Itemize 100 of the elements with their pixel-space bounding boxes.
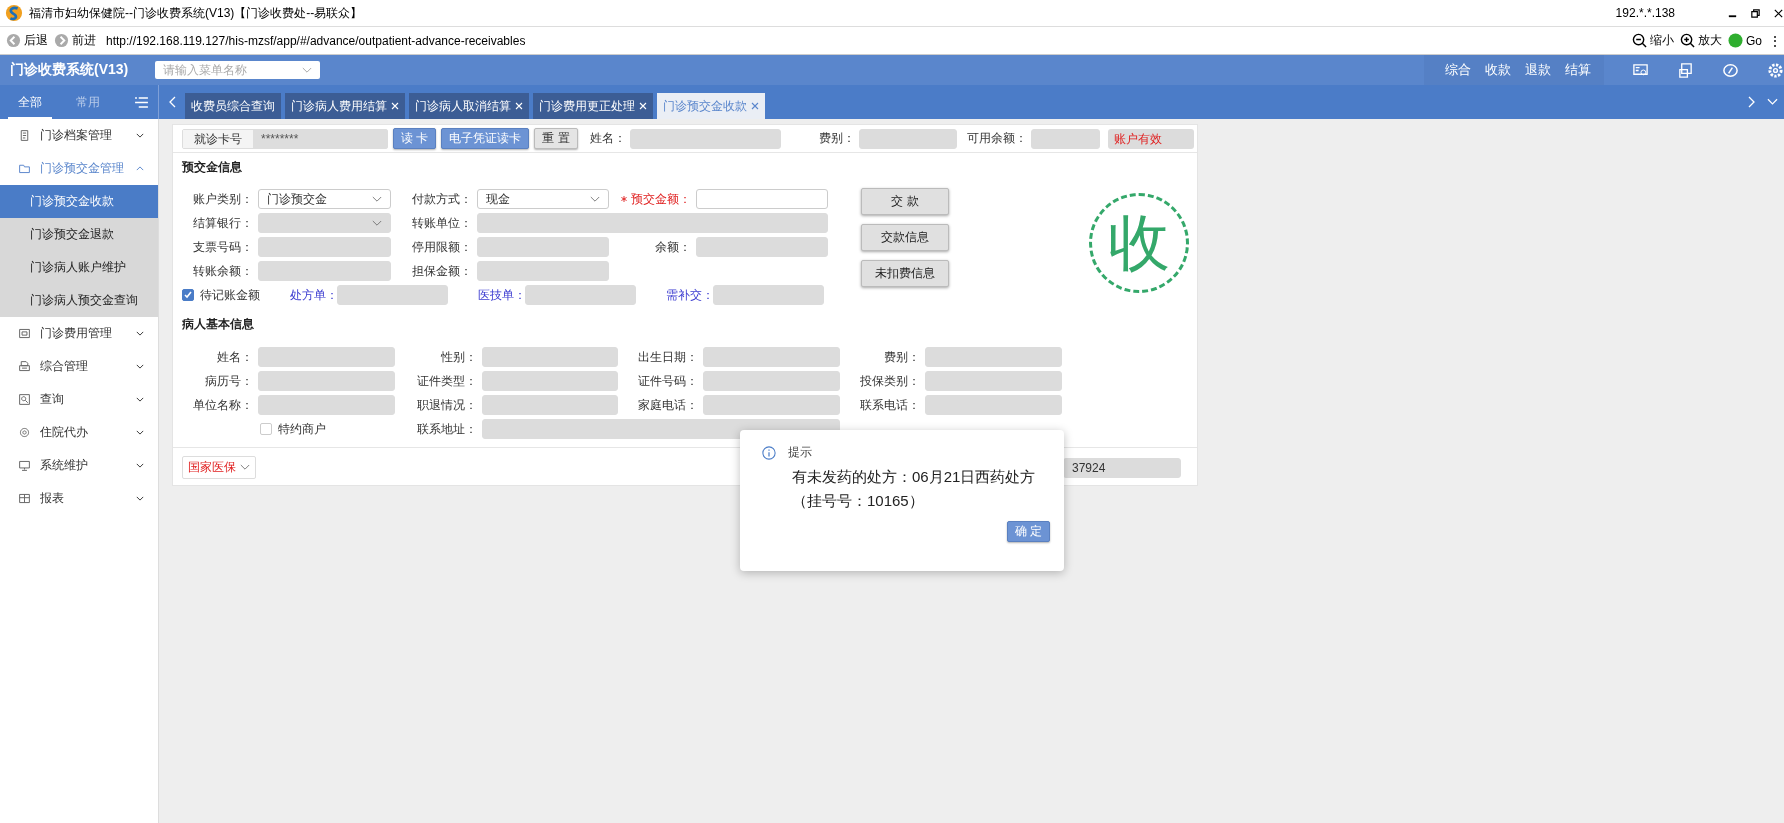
input-field[interactable] (525, 285, 636, 305)
field-label: 预交金额： (609, 189, 696, 209)
field-label: 付款方式： (411, 190, 473, 208)
caret-icon (372, 219, 382, 227)
chevron-right-icon[interactable] (1748, 96, 1756, 108)
select-field[interactable]: 现金 (477, 189, 609, 209)
back-icon (6, 33, 21, 48)
field-label: 性别： (440, 348, 478, 366)
zoom-out-button[interactable]: 缩小 (1632, 32, 1680, 49)
url-field[interactable]: http://192.168.119.127/his-mzsf/app/#/advance/outpatient-advance-receivables (106, 33, 526, 48)
field-label: 出生日期： (637, 348, 699, 366)
chevron-down-icon (136, 397, 144, 402)
submenu-item[interactable]: 门诊预交金收款 (0, 185, 158, 218)
ip-address: 192.*.*.138 (1615, 6, 1675, 20)
chevron-up-icon (136, 166, 144, 171)
chevron-down-icon (136, 496, 144, 501)
input-field[interactable] (482, 395, 618, 415)
chevron-down-icon (136, 463, 144, 468)
field-label: 可用余额： (966, 130, 1027, 147)
settings-icon[interactable] (1767, 61, 1784, 79)
menu-icon[interactable] (135, 96, 148, 108)
go-button[interactable]: Go (1728, 33, 1768, 48)
section-title: 预交金信息 (181, 159, 243, 176)
field-label: 证件类型： (416, 372, 478, 390)
input-field[interactable] (925, 371, 1062, 391)
action-button[interactable]: 交款信息 (861, 224, 949, 251)
field-label: 联系电话： (859, 396, 921, 414)
input-field[interactable] (696, 189, 828, 209)
zoom-in-button[interactable]: 放大 (1680, 32, 1728, 49)
page-tab[interactable]: 门诊病人费用结算 (285, 93, 405, 119)
link-label[interactable]: 处方单： (290, 286, 337, 304)
input-field[interactable] (258, 371, 395, 391)
status-dot-icon (1728, 33, 1743, 48)
back-button[interactable]: 后退 (6, 32, 54, 49)
more-button[interactable]: ⋮ (1768, 32, 1784, 49)
input-field[interactable] (858, 128, 957, 149)
header-action[interactable]: 综合 (1440, 61, 1476, 79)
checkbox[interactable] (182, 289, 194, 301)
header-action[interactable]: 退款 (1520, 61, 1556, 79)
input-field[interactable] (703, 395, 840, 415)
select-field[interactable]: 门诊预交金 (258, 189, 391, 209)
input-field[interactable] (925, 347, 1062, 367)
checkbox-label: 特约商户 (278, 420, 326, 438)
field-label: 就诊卡号 (183, 129, 253, 148)
chevron-down-icon (136, 331, 144, 336)
circle-icon[interactable] (1722, 61, 1739, 79)
receipt-stamp: 收 (1089, 193, 1189, 293)
input-field[interactable] (925, 395, 1062, 415)
app-logo-icon (5, 4, 23, 22)
insurance-select[interactable]: 国家医保 (182, 456, 256, 479)
field-label: 停用限额： (411, 238, 473, 256)
card-number-field[interactable]: 就诊卡号 ******** (182, 128, 388, 149)
forward-button[interactable]: 前进 (54, 32, 102, 49)
link-label[interactable]: 需补交： (666, 286, 713, 304)
panel-icon (18, 327, 31, 340)
field-label: 病历号： (204, 372, 254, 390)
read-button[interactable]: 重 置 (534, 128, 578, 149)
account-status: 账户有效 (1107, 128, 1194, 149)
search-icon (18, 393, 31, 406)
input-field[interactable] (1030, 128, 1100, 149)
field-label: 联系地址： (416, 420, 478, 438)
field-label: 费别： (818, 130, 855, 147)
input-field[interactable] (629, 128, 781, 149)
document-icon[interactable] (1677, 61, 1694, 79)
field-label: 证件号码： (637, 372, 699, 390)
chevron-left-icon[interactable] (168, 96, 176, 108)
input-field[interactable] (703, 347, 840, 367)
input-field[interactable] (482, 371, 618, 391)
input-field[interactable] (258, 347, 395, 367)
submenu-item[interactable]: 门诊病人账户维护 (0, 251, 158, 284)
caret-icon (240, 464, 250, 471)
dialog-message: 有未发药的处方：06月21日西药处方（挂号号：10165） (792, 467, 1037, 511)
chevron-down-icon (136, 364, 144, 369)
zoom-out-icon (1632, 33, 1647, 48)
restore-icon[interactable] (1750, 7, 1761, 19)
close-icon[interactable] (1773, 7, 1784, 19)
field-label: 担保金额： (411, 262, 473, 280)
folder-icon (18, 162, 31, 175)
checkbox[interactable] (260, 423, 272, 435)
info-icon (762, 445, 776, 460)
header-action[interactable]: 结算 (1560, 61, 1596, 79)
page-tab[interactable]: 门诊病人取消结算 (409, 93, 529, 119)
submenu-item[interactable]: 门诊预交金退款 (0, 218, 158, 251)
monitor-icon (18, 459, 31, 472)
dialog-title: 提示 (788, 444, 812, 461)
action-button[interactable]: 未扣费信息 (861, 260, 949, 287)
input-field[interactable] (482, 347, 618, 367)
input-field[interactable] (703, 371, 840, 391)
input-field[interactable] (337, 285, 448, 305)
input-field[interactable]: 37924 (1063, 457, 1181, 478)
submenu-item[interactable]: 门诊病人预交金查询 (0, 284, 158, 317)
header-action[interactable]: 收款 (1480, 61, 1516, 79)
input-field[interactable] (258, 395, 395, 415)
asterisk-icon (621, 196, 627, 202)
page-tab[interactable]: 门诊费用更正处理 (533, 93, 653, 119)
input-field[interactable] (713, 285, 824, 305)
page-tab[interactable]: 收费员综合查询 (185, 93, 281, 119)
action-button[interactable]: 交 款 (861, 188, 949, 215)
chevron-down-icon[interactable] (1767, 98, 1778, 106)
link-label[interactable]: 医技单： (478, 286, 525, 304)
